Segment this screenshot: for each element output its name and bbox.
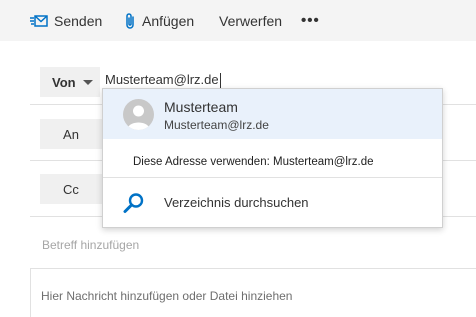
chevron-down-icon xyxy=(82,79,93,85)
to-button[interactable]: An xyxy=(40,119,102,149)
search-directory-item[interactable]: Verzeichnis durchsuchen xyxy=(103,178,442,228)
cc-label: Cc xyxy=(63,181,79,197)
use-this-address-label: Diese Adresse verwenden: Musterteam@lrz.… xyxy=(133,156,374,168)
person-avatar-icon xyxy=(123,99,154,130)
attach-label: Anfügen xyxy=(142,12,195,29)
from-selector-button[interactable]: Von xyxy=(40,67,100,97)
address-suggestion-dropdown: Musterteam Musterteam@lrz.de Diese Adres… xyxy=(102,88,443,228)
more-options-icon: ••• xyxy=(301,12,320,29)
use-this-address-item[interactable]: Diese Adresse verwenden: Musterteam@lrz.… xyxy=(133,156,374,168)
attach-button[interactable]: Anfügen xyxy=(124,0,194,41)
suggestion-contact-email: Musterteam@lrz.de xyxy=(164,118,269,132)
command-toolbar: Senden Anfügen Verwerfen ••• xyxy=(0,0,476,41)
from-input[interactable]: Musterteam@lrz.de xyxy=(105,72,221,89)
search-directory-label: Verzeichnis durchsuchen xyxy=(164,195,309,210)
subject-input[interactable]: Betreff hinzufügen xyxy=(42,238,139,252)
text-cursor xyxy=(219,73,221,89)
from-label: Von xyxy=(52,74,76,90)
body-placeholder: Hier Nachricht hinzufügen oder Datei hin… xyxy=(41,289,293,303)
to-label: An xyxy=(63,126,79,142)
suggestion-contact-name: Musterteam xyxy=(164,99,238,115)
send-icon xyxy=(30,14,48,28)
discard-label: Verwerfen xyxy=(219,12,283,29)
discard-button[interactable]: Verwerfen xyxy=(219,0,282,41)
from-value-text: Musterteam@lrz.de xyxy=(105,72,219,87)
send-label: Senden xyxy=(54,12,103,29)
search-icon xyxy=(123,192,145,219)
more-options-button[interactable]: ••• xyxy=(301,0,320,41)
paperclip-icon xyxy=(124,12,136,30)
message-body[interactable]: Hier Nachricht hinzufügen oder Datei hin… xyxy=(30,268,476,317)
cc-button[interactable]: Cc xyxy=(40,174,102,204)
suggestion-contact-item[interactable]: Musterteam Musterteam@lrz.de xyxy=(103,89,442,139)
send-button[interactable]: Senden xyxy=(30,0,102,41)
subject-placeholder: Betreff hinzufügen xyxy=(42,238,140,252)
